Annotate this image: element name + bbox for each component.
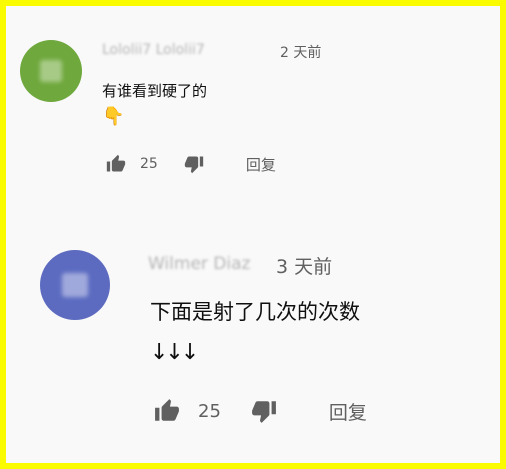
reply-button[interactable]: 回复 <box>246 154 276 175</box>
comment-author[interactable]: Lololii7 Lololii7 <box>102 42 205 58</box>
comments-panel: Lololii7 Lololii7 2 天前 有谁看到硬了的 👇 25 回复 W… <box>6 6 500 463</box>
reply-avatar[interactable] <box>40 250 110 320</box>
reply-actions: 25 回复 <box>152 396 367 426</box>
comment-text: 有谁看到硬了的 <box>102 82 208 100</box>
reply-timestamp[interactable]: 3 天前 <box>276 252 332 279</box>
comment-actions: 25 回复 <box>104 152 276 176</box>
thumbs-down-icon[interactable] <box>249 396 279 426</box>
reply-avatar-image <box>62 273 88 297</box>
reply-button[interactable]: 回复 <box>329 398 367 425</box>
reply-like-count: 25 <box>198 400 221 422</box>
comment-timestamp[interactable]: 2 天前 <box>280 42 321 62</box>
comment: Lololii7 Lololii7 2 天前 有谁看到硬了的 👇 25 回复 <box>6 6 500 196</box>
reply-comment: Wilmer Diaz 3 天前 下面是射了几次的次数 ↓↓↓ 25 回复 <box>6 236 500 456</box>
reply-text: 下面是射了几次的次数 <box>150 300 360 324</box>
reply-arrows: ↓↓↓ <box>150 340 199 365</box>
thumbs-up-icon[interactable] <box>104 152 128 176</box>
thumbs-down-icon[interactable] <box>182 152 206 176</box>
like-count: 25 <box>140 156 158 172</box>
thumbs-up-icon[interactable] <box>152 396 182 426</box>
avatar-image <box>40 60 62 82</box>
avatar[interactable] <box>20 40 82 102</box>
reply-author[interactable]: Wilmer Diaz <box>148 254 250 274</box>
comment-emoji: 👇 <box>102 106 125 127</box>
